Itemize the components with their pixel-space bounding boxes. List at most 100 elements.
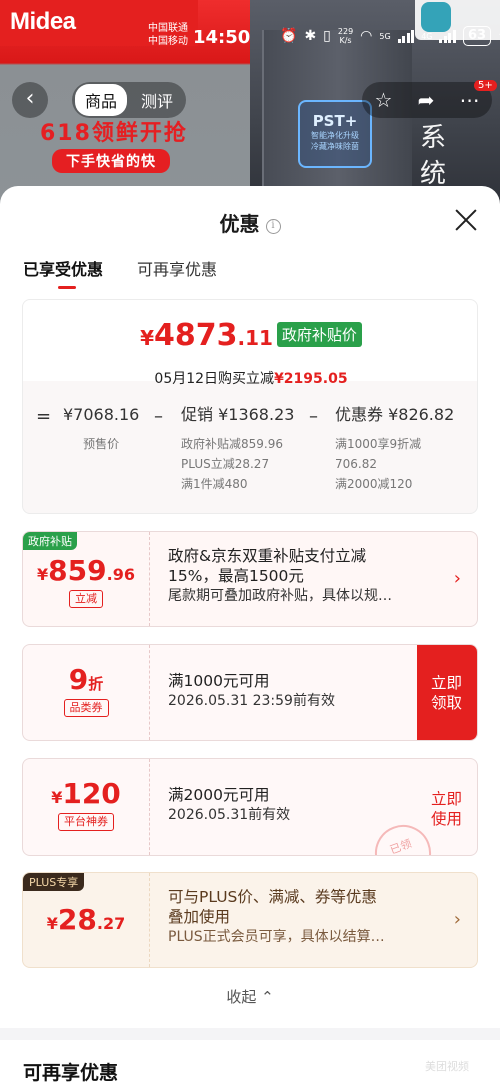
sheet-title: 优惠: [219, 212, 260, 236]
minus-sign-1: –: [154, 406, 163, 427]
presale-label: 预售价: [83, 437, 120, 451]
wifi-icon: ◠: [360, 28, 373, 44]
share-icon[interactable]: ➦: [418, 88, 435, 112]
status-icons: ⏰ ✱ ▯ 229K/s ◠ 5G 4G 63 ϟ: [280, 26, 500, 46]
carrier-1: 中国联通: [148, 23, 188, 34]
coupon-block: 优惠券 ¥826.82 满1000享9折减 706.82 满2000减120: [335, 404, 454, 494]
alarm-icon: ⏰: [280, 28, 298, 44]
section-gap: [0, 1028, 500, 1040]
promotion-block: 促销 ¥1368.23 政府补贴减859.96 PLUS立减28.27 满1件减…: [181, 404, 294, 494]
message-badge: 5+: [474, 80, 497, 91]
battery-level: 63: [462, 26, 492, 46]
plus-discount-card[interactable]: PLUS专享 ¥28.27 可与PLUS价、满减、券等优惠 叠加使用 PLUS正…: [22, 872, 478, 968]
network-type-5g: 5G: [379, 31, 391, 41]
equals-sign: =: [36, 406, 52, 427]
promotion-line: 满1件减480: [181, 477, 248, 491]
chevron-up-icon: ⌃: [261, 988, 274, 1006]
plus-line2: 叠加使用: [168, 908, 231, 926]
pst-badge: PST+ 智能净化升级 冷藏净味除菌: [298, 100, 372, 168]
promo-subtitle: 下手快省的快: [52, 149, 170, 173]
tab-more-discounts[interactable]: 可再享优惠: [137, 256, 217, 280]
presale-price: ¥7068.16: [63, 405, 140, 424]
carrier-info: 中国联通 中国移动: [148, 22, 188, 48]
network-speed: 229 K/s: [337, 27, 354, 45]
tab-enjoyed-discounts[interactable]: 已享受优惠: [23, 256, 103, 289]
coupon-line: 满2000减120: [335, 477, 413, 491]
signal-icon: [397, 29, 415, 43]
product-tabs: 商品 测评: [72, 82, 187, 118]
product-side-text: 系统: [420, 123, 447, 189]
platform-coupon-desc: 满2000元可用 2026.05.31前有效: [168, 785, 290, 825]
card-divider: [149, 873, 150, 967]
favorite-star-icon[interactable]: ☆: [375, 88, 393, 112]
tab-goods[interactable]: 商品: [75, 84, 128, 116]
signal-icon-2: [439, 29, 456, 43]
back-button[interactable]: ‹: [12, 82, 48, 118]
watermark: 美团视频: [425, 1060, 469, 1073]
claim-coupon-button[interactable]: 立即 领取: [417, 645, 477, 740]
plus-line3: PLUS正式会员可享，具体以结算…: [168, 929, 385, 945]
status-time: 14:50: [193, 27, 251, 48]
plus-line1: 可与PLUS价、满减、券等优惠: [168, 888, 377, 906]
card-divider: [149, 759, 150, 855]
category-coupon-desc: 满1000元可用 2026.05.31 23:59前有效: [168, 671, 335, 711]
plus-desc: 可与PLUS价、满减、券等优惠 叠加使用 PLUS正式会员可享，具体以结算…: [168, 887, 385, 947]
pst-badge-title: PST+: [312, 112, 358, 130]
platform-coupon-label: 平台神券: [58, 813, 114, 831]
platform-coupon-amount-block: ¥120 平台神券: [23, 759, 149, 855]
carrier-2: 中国移动: [148, 36, 188, 47]
collapse-button[interactable]: 收起 ⌃: [0, 986, 500, 1007]
vibrate-icon: ▯: [323, 28, 331, 44]
gov-subsidy-card[interactable]: 政府补贴 ¥859.96 立减 政府&京东双重补贴支付立减 15%，最高1500…: [22, 531, 478, 627]
price-summary: ¥4873.11 政府补贴价 05月12日购买立减¥2195.05 = ¥7068…: [22, 299, 478, 514]
close-button[interactable]: [452, 206, 480, 234]
category-coupon-amount-block: 9折 品类券: [23, 645, 149, 740]
use-coupon-button[interactable]: 立即 使用: [417, 759, 477, 855]
gov-subsidy-desc: 政府&京东双重补贴支付立减 15%，最高1500元 尾款期可叠加政府补贴，具体以…: [168, 546, 392, 606]
card-divider: [149, 532, 150, 626]
final-price: ¥4873.11 政府补贴价: [23, 318, 479, 353]
gov-subsidy-line2: 15%，最高1500元: [168, 567, 304, 585]
presale-block: ¥7068.16 预售价: [63, 404, 139, 454]
gov-subsidy-line3: 尾款期可叠加政府补贴，具体以规…: [168, 588, 392, 604]
pst-badge-line2: 冷藏净味除菌: [311, 142, 359, 151]
more-discounts-title: 可再享优惠: [23, 1062, 119, 1083]
tab-reviews[interactable]: 测评: [131, 84, 183, 116]
gov-subsidy-line1: 政府&京东双重补贴支付立减: [168, 547, 367, 565]
platform-coupon-expiry: 2026.05.31前有效: [168, 807, 291, 823]
purchase-reduction: 05月12日购买立减¥2195.05: [154, 371, 348, 387]
gov-subsidy-amount-block: ¥859.96 立减: [23, 532, 149, 626]
network-type-4g: 4G: [421, 31, 433, 41]
platform-coupon-amount: ¥120: [51, 777, 121, 810]
minus-sign-2: –: [309, 406, 318, 427]
plus-amount: ¥28.27: [46, 903, 126, 936]
coupon-total: 优惠券 ¥826.82: [335, 405, 455, 424]
bluetooth-icon: ✱: [304, 28, 317, 44]
status-bar: 中国联通 中国移动 14:50 ⏰ ✱ ▯ 229 K/s ◠ 5G 4G 63 …: [0, 0, 500, 60]
promotion-total: 促销 ¥1368.23: [181, 405, 295, 424]
discount-tabs: 已享受优惠 可再享优惠: [23, 256, 217, 289]
gov-subsidy-label: 立减: [69, 590, 103, 608]
category-coupon-amount: 9折: [68, 663, 104, 696]
coupon-line: 满1000享9折减: [335, 437, 422, 451]
info-icon[interactable]: i: [265, 219, 281, 234]
category-coupon-card: 9折 品类券 满1000元可用 2026.05.31 23:59前有效 立即 领取: [22, 644, 478, 741]
pst-badge-line1: 智能净化升级: [311, 131, 359, 140]
promotion-line: 政府补贴减859.96: [181, 437, 283, 451]
category-coupon-expiry: 2026.05.31 23:59前有效: [168, 693, 335, 709]
card-divider: [149, 645, 150, 740]
discount-sheet: 优惠 i 已享受优惠 可再享优惠 ¥4873.11 政府补贴价 05月12日购买立减…: [0, 186, 500, 1083]
category-coupon-condition: 满1000元可用: [168, 672, 270, 690]
platform-coupon-card: ¥120 平台神券 满2000元可用 2026.05.31前有效 已领 立即 使用: [22, 758, 478, 856]
more-icon[interactable]: ⋯: [459, 88, 479, 112]
chevron-right-icon: ›: [453, 568, 461, 589]
plus-amount-block: ¥28.27: [23, 873, 149, 967]
chevron-right-icon: ›: [453, 909, 461, 930]
promo-title: 618领鲜开抢: [40, 121, 188, 146]
gov-price-tag: 政府补贴价: [276, 322, 362, 347]
gov-subsidy-amount: ¥859.96: [37, 554, 135, 587]
nav-actions: ☆ ➦ ⋯: [362, 82, 492, 118]
promo-banner: 618领鲜开抢 下手快省的快: [26, 115, 216, 185]
coupon-line: 706.82: [335, 457, 377, 471]
category-coupon-label: 品类券: [63, 699, 109, 717]
